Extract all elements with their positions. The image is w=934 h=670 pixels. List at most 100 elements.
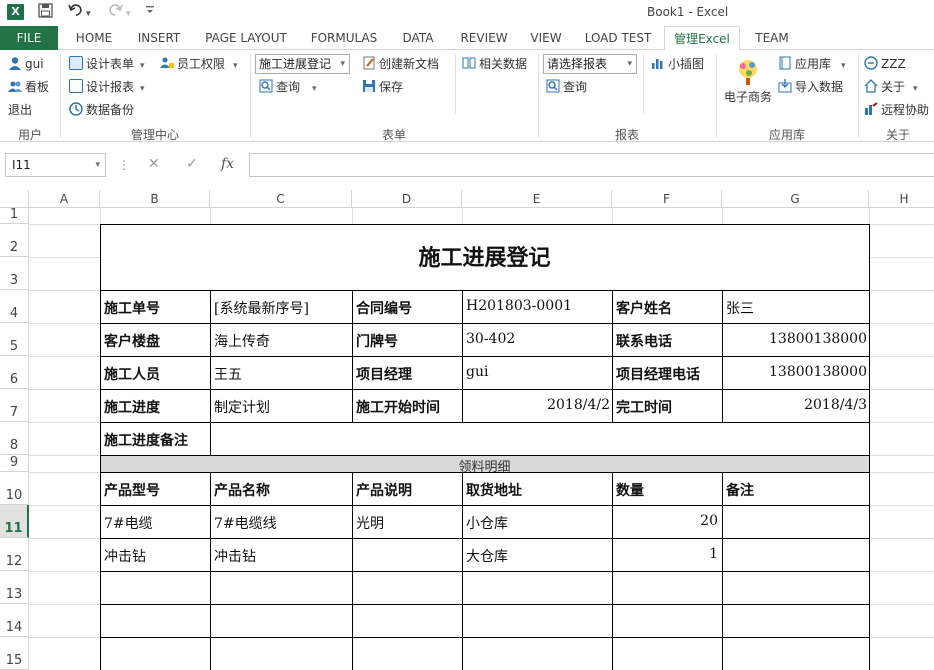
table-cell[interactable]: 光明 <box>356 513 458 533</box>
row-header-8[interactable]: 8 <box>0 422 29 455</box>
table-cell[interactable]: 20 <box>616 513 718 529</box>
tab-load-test[interactable]: LOAD TEST <box>582 26 654 50</box>
tab-review[interactable]: REVIEW <box>456 26 512 50</box>
undo-icon[interactable] <box>68 3 84 22</box>
staff-permission-button[interactable]: 员工权限 ▾ <box>160 55 238 75</box>
column-header-h[interactable]: H <box>869 190 934 208</box>
report-select[interactable]: 请选择报表 ▾ <box>543 54 637 74</box>
logout-button[interactable]: 退出 <box>8 101 32 119</box>
form-select[interactable]: 施工进展登记 ▾ <box>255 54 350 74</box>
column-header-a[interactable]: A <box>29 190 100 208</box>
sparkline-button[interactable]: 小插图 <box>651 55 704 73</box>
tab-home[interactable]: HOME <box>70 26 118 50</box>
user-button[interactable]: gui <box>8 55 44 73</box>
form-cell[interactable]: 海上传奇 <box>214 331 350 351</box>
enter-icon[interactable]: ✓ <box>186 156 198 172</box>
column-header-f[interactable]: F <box>612 190 722 208</box>
data-backup-button[interactable]: 数据备份 <box>69 101 134 119</box>
related-data-button[interactable]: 相关数据 <box>462 55 527 73</box>
name-box[interactable]: I11 ▾ <box>5 153 106 177</box>
row-header-12[interactable]: 12 <box>0 538 29 571</box>
cancel-icon[interactable]: ✕ <box>148 156 160 172</box>
undo-dropdown-icon[interactable]: ▾ <box>86 5 91 23</box>
row-header-15[interactable]: 15 <box>0 637 29 670</box>
table-cell[interactable]: 冲击钻 <box>214 546 348 566</box>
redo-icon[interactable] <box>107 3 123 22</box>
tab-view[interactable]: VIEW <box>526 26 566 50</box>
row-header-1[interactable]: 1 <box>0 207 29 224</box>
ribbon: gui 看板 退出 用户 设计表单 ▾ 设计报表 ▾ 数据备份 员工权限 ▾ 管理中心… <box>0 50 934 142</box>
create-document-button[interactable]: 创建新文档 <box>362 55 439 73</box>
form-save-button[interactable]: 保存 <box>362 78 403 96</box>
user-name-label: gui <box>25 57 44 71</box>
save-disk-icon <box>362 79 376 93</box>
row-header-6[interactable]: 6 <box>0 356 29 389</box>
cell-border <box>100 505 870 506</box>
form-cell[interactable]: 王五 <box>214 364 350 384</box>
table-cell[interactable]: 7#电缆 <box>104 513 206 533</box>
board-button[interactable]: 看板 <box>8 78 49 96</box>
row-header-3[interactable]: 3 <box>0 257 29 290</box>
ribbon-separator <box>455 54 456 114</box>
form-cell[interactable]: 13800138000 <box>726 364 867 380</box>
form-cell[interactable]: 张三 <box>726 298 867 318</box>
row-header-10[interactable]: 10 <box>0 472 29 505</box>
tab-formulas[interactable]: FORMULAS <box>306 26 382 50</box>
form-cell[interactable]: 13800138000 <box>726 331 867 347</box>
column-header-d[interactable]: D <box>352 190 462 208</box>
table-cell[interactable]: 1 <box>616 546 718 562</box>
row-header-7[interactable]: 7 <box>0 389 29 422</box>
tab-manage-excel[interactable]: 管理Excel <box>664 26 740 51</box>
table-header-cell: 数量 <box>616 483 644 499</box>
tab-insert[interactable]: INSERT <box>134 26 184 50</box>
table-cell[interactable]: 大仓库 <box>466 546 608 566</box>
customize-toolbar-icon[interactable] <box>145 3 155 21</box>
row-header-9[interactable]: 9 <box>0 455 29 472</box>
remote-assist-button[interactable]: 远程协助 <box>864 101 929 119</box>
save-icon[interactable] <box>38 3 53 23</box>
row-header-13[interactable]: 13 <box>0 571 29 604</box>
group-label-user: 用户 <box>17 128 42 142</box>
design-report-button[interactable]: 设计报表 ▾ <box>69 78 145 98</box>
column-header-b[interactable]: B <box>100 190 210 208</box>
formula-input[interactable] <box>249 153 934 177</box>
ecommerce-button[interactable]: 电子商务 <box>722 56 774 106</box>
row-header-4[interactable]: 4 <box>0 290 29 323</box>
row-header-2[interactable]: 2 <box>0 224 29 257</box>
redo-dropdown-icon[interactable]: ▾ <box>126 5 131 23</box>
form-query-button[interactable]: 查询 ▾ <box>259 78 317 98</box>
select-all-corner[interactable] <box>0 190 29 208</box>
row-header-14[interactable]: 14 <box>0 604 29 637</box>
table-cell[interactable]: 冲击钻 <box>104 546 206 566</box>
form-cell[interactable]: 30-402 <box>466 331 610 347</box>
tab-page-layout[interactable]: PAGE LAYOUT <box>200 26 292 50</box>
app-library-button[interactable]: 应用库 ▾ <box>778 55 846 75</box>
worksheet-grid[interactable]: A B C D E F G H 1 2 3 4 5 6 7 8 9 10 11 12 13 14 15 施工进展登记 施工单号[… <box>0 190 934 670</box>
row-header-5[interactable]: 5 <box>0 323 29 356</box>
form-cell[interactable]: gui <box>466 364 610 380</box>
row-header-11[interactable]: 11 <box>0 505 29 538</box>
insert-function-icon[interactable]: fx <box>221 156 234 172</box>
form-cell[interactable]: 2018/4/3 <box>726 397 867 413</box>
tab-file[interactable]: FILE <box>0 26 58 50</box>
column-header-c[interactable]: C <box>210 190 352 208</box>
column-header-e[interactable]: E <box>462 190 612 208</box>
form-cell[interactable]: 制定计划 <box>214 397 350 417</box>
report-select-value: 请选择报表 <box>547 57 608 71</box>
table-cell[interactable]: 小仓库 <box>466 513 608 533</box>
form-cell[interactable]: [系统最新序号] <box>214 298 350 318</box>
zzz-button[interactable]: ZZZ <box>864 55 906 73</box>
import-data-button[interactable]: 导入数据 <box>778 78 843 96</box>
form-cell[interactable]: 2018/4/2 <box>466 397 610 413</box>
about-button[interactable]: 关于 ▾ <box>864 78 918 98</box>
cell-border <box>462 290 463 422</box>
report-query-button[interactable]: 查询 <box>546 78 587 96</box>
tab-data[interactable]: DATA <box>396 26 440 50</box>
form-cell[interactable]: H201803-0001 <box>466 298 610 314</box>
form-cell: 客户姓名 <box>616 301 672 317</box>
table-cell[interactable]: 7#电缆线 <box>214 513 348 533</box>
tab-team[interactable]: TEAM <box>750 26 794 50</box>
column-header-g[interactable]: G <box>722 190 869 208</box>
design-form-button[interactable]: 设计表单 ▾ <box>69 55 145 75</box>
search-icon <box>546 79 560 93</box>
